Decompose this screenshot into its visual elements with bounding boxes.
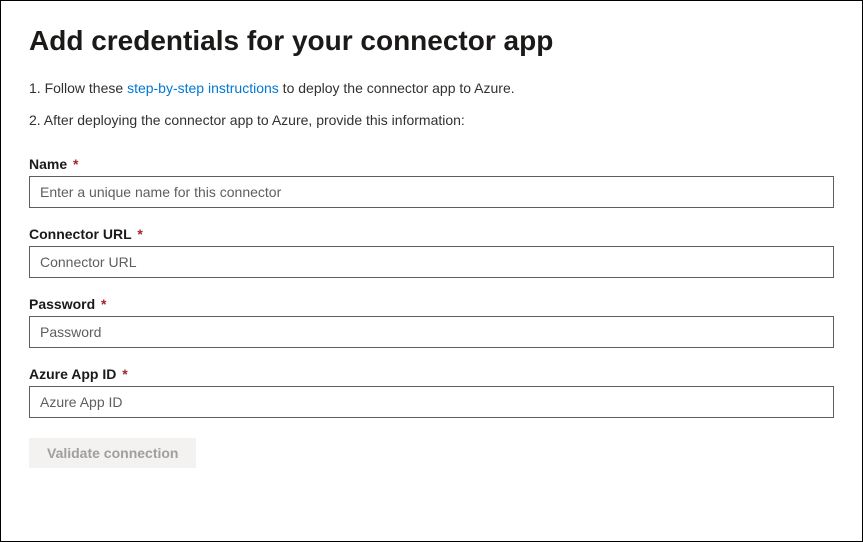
instruction-step-2: 2. After deploying the connector app to … [29, 111, 834, 131]
required-indicator: * [101, 296, 106, 312]
connector-url-input[interactable] [29, 246, 834, 278]
instruction-text: to deploy the connector app to Azure. [279, 80, 515, 96]
label-text: Password [29, 296, 95, 312]
connector-url-field-group: Connector URL * [29, 226, 834, 278]
name-field-group: Name * [29, 156, 834, 208]
instruction-text: 1. Follow these [29, 80, 127, 96]
password-label: Password * [29, 296, 834, 312]
name-label: Name * [29, 156, 834, 172]
required-indicator: * [137, 226, 142, 242]
password-input[interactable] [29, 316, 834, 348]
required-indicator: * [73, 156, 78, 172]
validate-connection-button[interactable]: Validate connection [29, 438, 196, 468]
azure-app-id-field-group: Azure App ID * [29, 366, 834, 418]
page-title: Add credentials for your connector app [29, 25, 834, 57]
connector-url-label: Connector URL * [29, 226, 834, 242]
label-text: Name [29, 156, 67, 172]
name-input[interactable] [29, 176, 834, 208]
azure-app-id-input[interactable] [29, 386, 834, 418]
instructions-link[interactable]: step-by-step instructions [127, 80, 279, 96]
required-indicator: * [122, 366, 127, 382]
label-text: Azure App ID [29, 366, 116, 382]
password-field-group: Password * [29, 296, 834, 348]
instruction-step-1: 1. Follow these step-by-step instruction… [29, 79, 834, 99]
azure-app-id-label: Azure App ID * [29, 366, 834, 382]
label-text: Connector URL [29, 226, 131, 242]
